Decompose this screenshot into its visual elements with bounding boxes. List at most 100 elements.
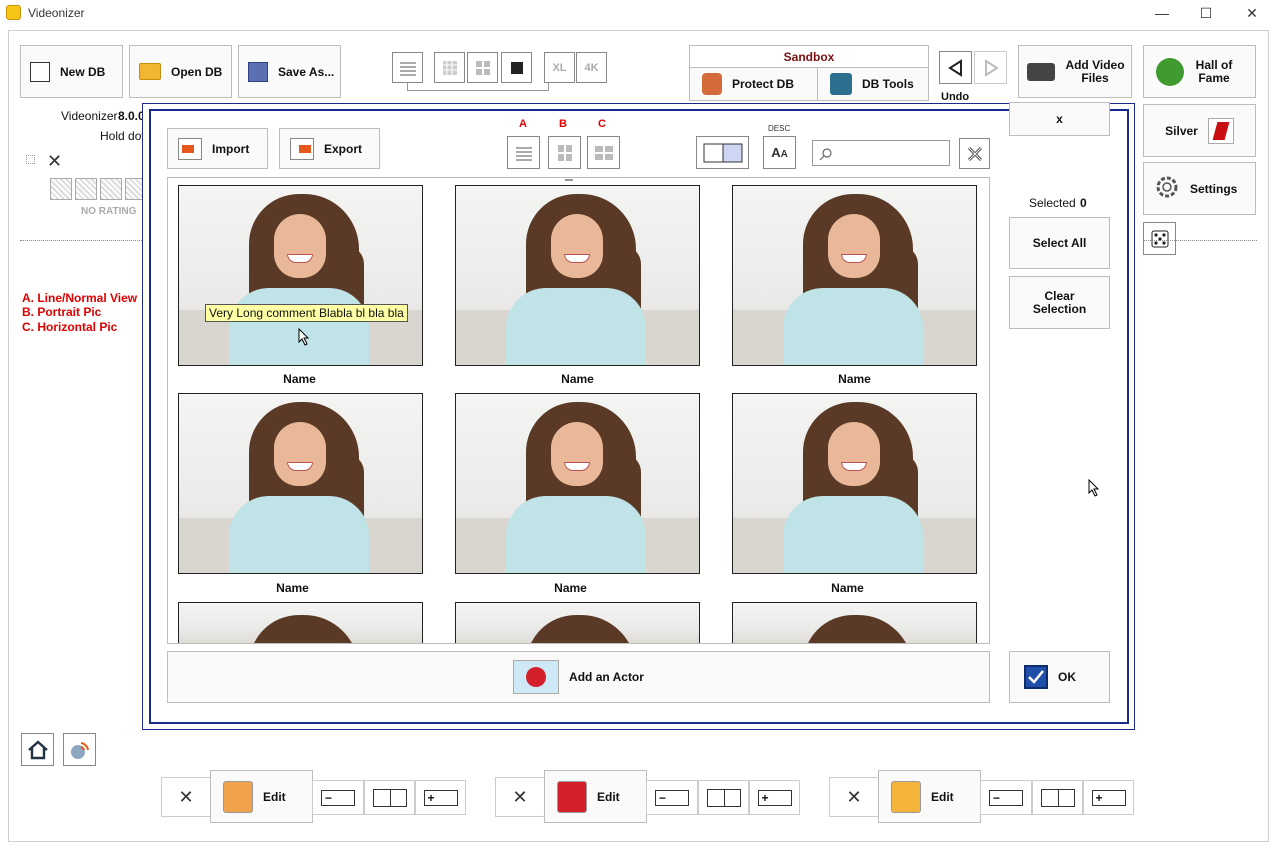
star-4-icon[interactable] [125,178,142,200]
decrease-2-button[interactable]: − [646,780,698,815]
selected-label: Selected [1029,196,1076,210]
actor-photo[interactable] [455,393,700,574]
close-window-button[interactable]: ✕ [1229,0,1275,26]
redo-arrow-icon [984,58,999,77]
select-all-button[interactable]: Select All [1009,217,1110,269]
export-button[interactable]: Export [279,128,380,169]
settings-button[interactable]: Settings [1143,162,1256,215]
star-2-icon[interactable] [75,178,97,200]
version-value: 8.0.0 [118,109,145,123]
list-icon [399,62,416,75]
feed-button[interactable] [63,733,96,766]
add-actor-label: Add an Actor [569,670,644,684]
actor-photo[interactable] [178,393,423,574]
remove-2-button[interactable]: ✕ [495,777,545,817]
edit-2-button[interactable]: Edit [544,770,647,823]
toggle-3-button[interactable] [1032,780,1083,815]
hall-of-fame-button[interactable]: Hall of Fame [1143,45,1256,98]
hold-down-text: Hold dov [100,129,148,143]
import-button[interactable]: Import [167,128,268,169]
edit-1-button[interactable]: Edit [210,770,313,823]
label-b: B [559,118,567,130]
ok-button[interactable]: OK [1009,651,1110,703]
sort-az-icon: AA [771,145,788,160]
db-tools-button[interactable]: DB Tools [817,67,929,101]
view-xl-button[interactable]: XL [544,52,575,83]
dialog-close-button[interactable]: x [1009,102,1110,136]
horizontal-grid-icon [594,145,613,160]
line-view-button[interactable] [507,136,540,169]
window-title: Videonizer [28,6,85,20]
ok-label: OK [1058,670,1076,684]
save-as-button[interactable]: Save As... [238,45,341,98]
actor-photo[interactable] [455,185,700,366]
redo-button[interactable] [974,51,1007,84]
panel-toggle-icon [703,143,742,162]
increase-3-button[interactable]: + [1083,780,1134,815]
maximize-button[interactable]: ☐ [1183,0,1229,26]
new-file-icon [30,61,50,82]
toggle-2-button[interactable] [698,780,749,815]
toggle-1-button[interactable] [364,780,415,815]
edit-2-thumb-icon [557,780,587,813]
legend-b: B. Portrait Pic [22,305,102,319]
actor-photo[interactable] [178,602,423,643]
open-db-button[interactable]: Open DB [129,45,232,98]
sort-az-button[interactable]: AA [763,136,796,169]
star-1-icon[interactable] [50,178,72,200]
actor-photo[interactable] [732,185,977,366]
actor-name: Name [831,581,864,595]
horizontal-view-button[interactable] [587,136,620,169]
close-icon: ✕ [178,786,194,807]
close-icon [967,146,982,161]
title-bar: Videonizer — ☐ ✕ [0,0,1276,26]
left-divider [20,240,142,241]
sandbox-title: Sandbox [783,50,835,64]
portrait-view-button[interactable] [548,136,581,169]
new-db-button[interactable]: New DB [20,45,123,98]
star-3-icon[interactable] [100,178,122,200]
increase-2-button[interactable]: + [749,780,800,815]
comment-tooltip: Very Long comment Blabla bl bla bla [205,304,408,322]
view-list-button[interactable] [392,52,423,83]
remove-3-button[interactable]: ✕ [829,777,879,817]
no-rating-label: NO RATING [81,206,137,217]
clear-selection-button[interactable]: Clear Selection [1009,276,1110,329]
actor-photo[interactable] [732,602,977,643]
view-small-grid-button[interactable] [434,52,465,83]
toggle-icon [706,788,741,807]
minimize-button[interactable]: — [1139,0,1185,26]
minus-icon: − [321,789,355,806]
remove-1-button[interactable]: ✕ [161,777,211,817]
random-dice-button[interactable] [1143,222,1176,255]
edit-3-button[interactable]: Edit [878,770,981,823]
actor-name: Name [561,372,594,386]
search-input[interactable] [812,140,950,166]
clear-rating-icon[interactable]: ✕ [47,151,62,172]
view-medium-grid-button[interactable] [467,52,498,83]
label-a: A [519,118,527,130]
add-video-files-button[interactable]: Add Video Files [1018,45,1132,98]
view-large-button[interactable] [501,52,532,83]
add-actor-button[interactable]: Add an Actor [167,651,990,703]
clear-search-button[interactable] [959,138,990,169]
open-db-label: Open DB [171,64,223,79]
checkbox-icon[interactable] [26,155,35,164]
medium-grid-icon [475,60,490,75]
app-icon [6,5,21,20]
resize-grip-icon[interactable] [565,179,573,181]
silver-badge-icon [1207,117,1234,144]
undo-button[interactable] [939,51,972,84]
view-4k-button[interactable]: 4K [576,52,607,83]
protect-db-button[interactable]: Protect DB [689,67,818,101]
actor-photo[interactable] [732,393,977,574]
decrease-3-button[interactable]: − [980,780,1032,815]
panel-toggle-button[interactable] [696,136,749,169]
checkbox-checked-icon [1024,665,1048,689]
increase-1-button[interactable]: + [415,780,466,815]
silver-button[interactable]: Silver [1143,104,1256,157]
actor-photo[interactable] [455,602,700,643]
toggle-icon [372,788,407,807]
home-button[interactable] [21,733,54,766]
decrease-1-button[interactable]: − [312,780,364,815]
